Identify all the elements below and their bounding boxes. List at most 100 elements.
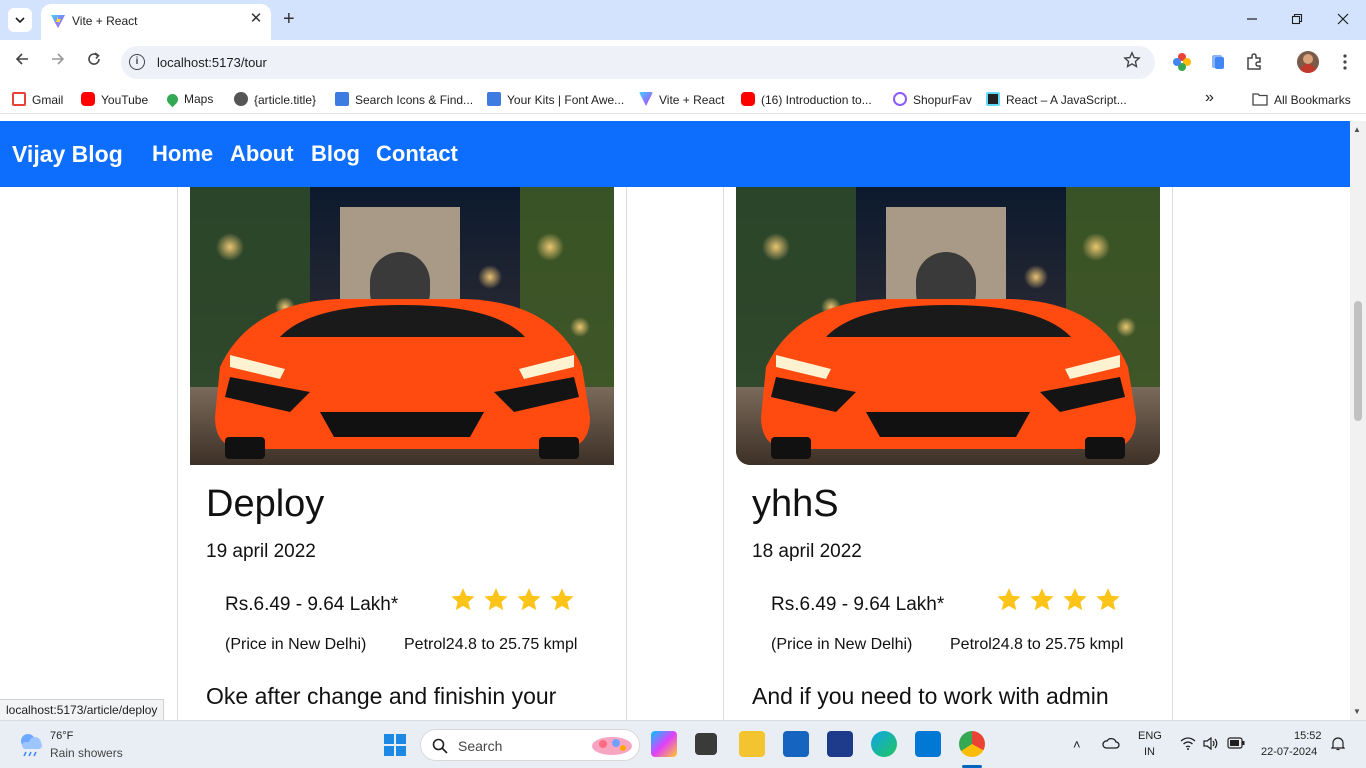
address-bar[interactable]: i localhost:5173/tour: [121, 46, 1155, 79]
bookmark-star-button[interactable]: [1123, 51, 1141, 74]
bookmark-youtube[interactable]: YouTube: [81, 92, 148, 107]
taskbar-search-box[interactable]: Search: [420, 729, 640, 761]
minimize-button[interactable]: [1237, 8, 1267, 32]
maps-icon: [164, 91, 181, 108]
mileage: Petrol24.8 to 25.75 kmpl: [404, 636, 578, 653]
avatar-shirt: [1300, 64, 1316, 73]
avatar-face: [1303, 54, 1313, 64]
speaker-icon: [1203, 736, 1218, 751]
profile-avatar[interactable]: [1297, 51, 1319, 73]
nav-blog[interactable]: Blog: [311, 141, 360, 167]
store-app-icon[interactable]: [827, 731, 853, 757]
clock-time[interactable]: 15:52: [1294, 730, 1322, 742]
weather-temperature[interactable]: 76°F: [50, 730, 73, 742]
bookmark-search-icons[interactable]: Search Icons & Find...: [335, 92, 473, 107]
nav-contact[interactable]: Contact: [376, 141, 458, 167]
restore-button[interactable]: [1282, 8, 1312, 32]
arrow-left-icon: [15, 53, 28, 65]
bookmark-introduction[interactable]: (16) Introduction to...: [741, 92, 872, 107]
bookmark-vite-react[interactable]: Vite + React: [639, 92, 724, 107]
windows-start-icon[interactable]: [384, 734, 406, 756]
star-icon: [451, 588, 475, 611]
article-date: 19 april 2022: [206, 541, 316, 562]
tray-overflow-chevron-icon[interactable]: ˄: [1073, 737, 1081, 752]
youtube-icon: [741, 92, 755, 106]
bookmark-article-title[interactable]: {article.title}: [234, 92, 316, 107]
bookmark-shopurfav[interactable]: ShopurFav: [893, 92, 972, 107]
car-image[interactable]: [190, 187, 614, 465]
price-range: Rs.6.49 - 9.64 Lakh*: [225, 594, 399, 615]
clock-date[interactable]: 22-07-2024: [1261, 746, 1317, 758]
file-explorer-icon[interactable]: [739, 731, 765, 757]
car-photo: [736, 187, 1160, 465]
reload-icon: [88, 52, 100, 65]
star-icon: [484, 588, 508, 611]
bookmark-gmail[interactable]: Gmail: [12, 92, 63, 107]
wifi-signal-icon: [1180, 737, 1196, 750]
scroll-up-arrow[interactable]: ▲: [1353, 125, 1361, 134]
site-brand[interactable]: Vijay Blog: [12, 141, 123, 168]
browser-toolbar: i localhost:5173/tour: [0, 40, 1366, 85]
language-region[interactable]: IN: [1144, 746, 1155, 758]
more-bookmarks-button[interactable]: »: [1205, 89, 1214, 107]
forward-button[interactable]: [46, 50, 70, 74]
bookmark-font-awesome-kits[interactable]: Your Kits | Font Awe...: [487, 92, 624, 107]
bookmark-maps[interactable]: Maps: [164, 91, 213, 108]
search-placeholder: Search: [458, 738, 503, 754]
tab-close-button[interactable]: ✕: [247, 10, 265, 28]
site-info-icon[interactable]: i: [129, 54, 145, 70]
gmail-icon: [12, 92, 26, 106]
color-picker-extension-icon[interactable]: [1172, 52, 1192, 72]
scroll-thumb[interactable]: [1354, 301, 1362, 421]
scroll-down-arrow[interactable]: ▼: [1353, 707, 1361, 716]
nav-about[interactable]: About: [230, 141, 294, 167]
star-icon: [517, 588, 541, 611]
extensions-puzzle-icon[interactable]: [1244, 52, 1264, 72]
bookmarks-bar: Gmail YouTube Maps {article.title} Searc…: [0, 85, 1366, 114]
rain-cloud-icon[interactable]: [16, 730, 46, 758]
mileage: Petrol24.8 to 25.75 kmpl: [950, 636, 1124, 653]
article-date: 18 april 2022: [752, 541, 862, 562]
mail-app-icon[interactable]: [783, 731, 809, 757]
article-excerpt: And if you need to work with admin: [752, 683, 1109, 709]
battery-charging-icon: [1227, 737, 1245, 749]
tab-active[interactable]: Vite + React ✕: [41, 4, 271, 40]
vscode-app-icon[interactable]: [915, 731, 941, 757]
bookmark-react[interactable]: React – A JavaScript...: [986, 92, 1127, 107]
volume-icon[interactable]: [1203, 736, 1219, 753]
article-title[interactable]: yhhS: [752, 483, 839, 526]
tab-search-button[interactable]: [8, 8, 32, 32]
task-view-icon[interactable]: [695, 733, 717, 755]
close-window-button[interactable]: [1328, 8, 1358, 32]
clipboard-extension-icon[interactable]: [1208, 52, 1228, 72]
price-location: (Price in New Delhi): [771, 636, 913, 653]
browser-menu-button[interactable]: [1335, 52, 1355, 72]
page-scrollbar[interactable]: ▲ ▼: [1350, 121, 1366, 720]
new-tab-button[interactable]: +: [283, 9, 295, 29]
wifi-icon[interactable]: [1180, 737, 1196, 753]
article-title[interactable]: Deploy: [206, 483, 324, 526]
notifications-bell-icon[interactable]: [1330, 736, 1346, 754]
all-bookmarks-button[interactable]: All Bookmarks: [1252, 92, 1351, 107]
weather-description[interactable]: Rain showers: [50, 746, 123, 760]
globe-icon: [234, 92, 248, 106]
article-card[interactable]: yhhS 18 april 2022 Rs.6.49 - 9.64 Lakh* …: [723, 121, 1173, 720]
article-card[interactable]: Deploy 19 april 2022 Rs.6.49 - 9.64 Lakh…: [177, 121, 627, 720]
onedrive-icon[interactable]: [1102, 736, 1120, 753]
language-indicator[interactable]: ENG: [1138, 730, 1162, 742]
edge-browser-icon[interactable]: [871, 731, 897, 757]
nav-home[interactable]: Home: [152, 141, 213, 167]
back-button[interactable]: [10, 50, 34, 74]
car-image[interactable]: [736, 187, 1160, 465]
kebab-menu-icon: [1343, 54, 1347, 70]
star-icon: [997, 588, 1021, 611]
chrome-app-icon[interactable]: [959, 731, 985, 757]
battery-icon[interactable]: [1227, 737, 1245, 752]
car-photo: [190, 187, 614, 465]
url-text[interactable]: localhost:5173/tour: [157, 55, 267, 70]
link-status-bubble: localhost:5173/article/deploy: [0, 699, 165, 720]
reload-button[interactable]: [82, 50, 106, 74]
youtube-icon: [81, 92, 95, 106]
windows-taskbar: 76°F Rain showers Search ˄ ENG IN 15:52 …: [0, 720, 1366, 768]
copilot-app-icon[interactable]: [651, 731, 677, 757]
